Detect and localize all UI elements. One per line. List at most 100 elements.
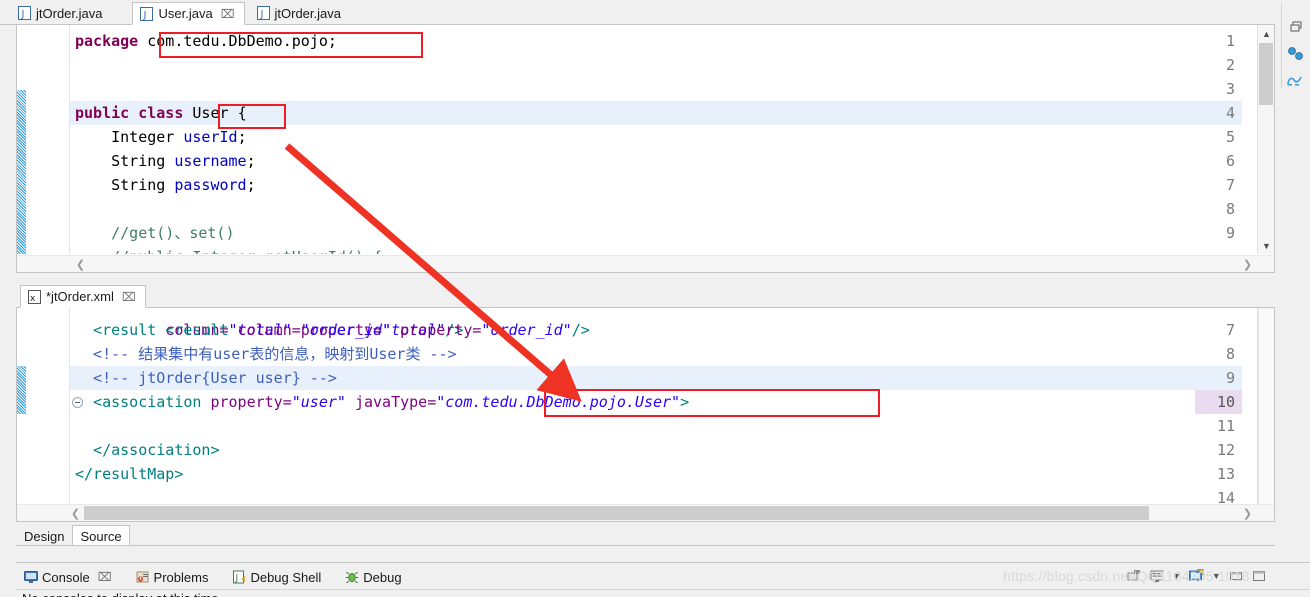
code-line: //get()、set() — [75, 221, 235, 245]
java-file-icon: J — [18, 6, 31, 20]
svg-text:J: J — [235, 574, 239, 584]
editor-tab-jtorder-java-2[interactable]: J jtOrder.java — [248, 1, 351, 24]
editor-tab-label: jtOrder.java — [274, 5, 341, 21]
scroll-left-icon[interactable]: ❮ — [67, 505, 84, 521]
code-token: property= — [201, 393, 292, 411]
code-token: javaType= — [345, 393, 437, 411]
code-token: <association — [93, 393, 202, 411]
scroll-right-icon[interactable]: ❯ — [1239, 256, 1256, 272]
svg-text:J: J — [259, 9, 263, 20]
tab-design[interactable]: Design — [16, 525, 73, 546]
line-number: 12 — [1216, 441, 1235, 459]
java-file-icon: J — [256, 6, 270, 20]
scroll-left-icon[interactable]: ❮ — [72, 256, 89, 272]
bottom-view-tab-bar: Console ⌧ Problems J Debug Shell Debug — [20, 565, 412, 589]
editor-tab-jtorder-java-1[interactable]: J jtOrder.java — [10, 1, 113, 24]
view-tab-debug[interactable]: Debug — [341, 566, 411, 588]
line-number: 13 — [1216, 465, 1235, 483]
code-line: Integer userId; — [75, 125, 247, 149]
restore-icon[interactable] — [1288, 19, 1304, 35]
console-tab-underline — [16, 589, 1310, 590]
java-scroll-thumb[interactable] — [1259, 43, 1273, 105]
view-tab-problems[interactable]: Problems — [132, 566, 219, 588]
code-line: public class User { — [75, 101, 247, 125]
line-number: 8 — [1225, 345, 1235, 363]
maximize-icon[interactable] — [1251, 568, 1267, 584]
close-icon[interactable]: ⌧ — [98, 571, 112, 583]
code-line: String username; — [75, 149, 256, 173]
code-token: "user" — [291, 393, 346, 411]
code-token: ; — [246, 152, 256, 170]
tab-source[interactable]: Source — [72, 525, 130, 546]
xml-editor[interactable]: 7 <result column="total" property="total… — [16, 308, 1275, 522]
view-tab-label: Problems — [153, 569, 209, 585]
code-token: String — [75, 152, 175, 170]
code-token: //get()、set() — [75, 224, 235, 242]
code-line: </association> — [75, 438, 219, 462]
editor-tab-user-java[interactable]: J User.java ⌧ — [132, 2, 245, 25]
code-token: ; — [237, 128, 247, 146]
editor-tab-label: User.java — [158, 6, 213, 21]
code-token: com.tedu.DbDemo.pojo; — [147, 32, 337, 50]
java-horizontal-scrollbar[interactable]: ❮ ❯ — [17, 255, 1274, 272]
design-source-tab-bar: Design Source — [16, 523, 1275, 546]
line-number: 9 — [1225, 224, 1235, 242]
code-token: { — [237, 104, 247, 122]
xml-horizontal-scrollbar[interactable]: ❮ ❯ — [17, 504, 1274, 521]
view-tab-label: Debug Shell — [250, 569, 322, 585]
line-number: 10 — [1195, 390, 1242, 414]
line-number: 7 — [1225, 321, 1235, 339]
close-icon[interactable]: ⌧ — [221, 8, 235, 20]
java-editor[interactable]: 1 package com.tedu.DbDemo.pojo; 2 3 4 public … — [16, 25, 1275, 273]
line-number: 14 — [1216, 489, 1235, 504]
view-tab-label: Console — [42, 569, 90, 585]
xml-line-number-gutter — [26, 308, 70, 504]
xml-clipped-top-line: <result column="order_id" property="orde… — [165, 321, 590, 339]
debug-icon — [345, 570, 359, 584]
line-number: 2 — [1225, 56, 1235, 74]
scroll-up-icon[interactable]: ▲ — [1258, 25, 1274, 42]
tab-design-label: Design — [24, 528, 65, 544]
scroll-down-icon[interactable]: ▼ — [1258, 237, 1274, 254]
close-icon[interactable]: ⌧ — [122, 291, 136, 303]
view-tab-debug-shell[interactable]: J Debug Shell — [228, 566, 331, 588]
code-token: public class — [75, 104, 193, 122]
xml-tab-bar: x *jtOrder.xml ⌧ — [16, 283, 1275, 308]
xml-code-area[interactable]: 7 <result column="total" property="total… — [17, 308, 1242, 504]
code-line: </resultMap> — [75, 462, 183, 486]
editor-tab-label: jtOrder.java — [36, 5, 103, 21]
code-token: <!-- jtOrder{User user} --> — [75, 369, 337, 387]
line-number: 7 — [1225, 176, 1235, 194]
java-change-bar — [17, 90, 26, 254]
clipped-code-line: //public Integer getUserId() { — [75, 245, 382, 254]
svg-text:J: J — [143, 10, 147, 21]
code-token: > — [680, 393, 690, 411]
right-side-rail — [1281, 3, 1310, 89]
xml-change-bar — [17, 366, 26, 414]
console-status-text: No consoles to display at this time. — [22, 591, 442, 597]
line-number: 4 — [1225, 104, 1235, 122]
code-token: password — [174, 176, 247, 194]
editor-tab-jtorder-xml[interactable]: x *jtOrder.xml ⌧ — [20, 285, 146, 308]
code-line: package com.tedu.DbDemo.pojo; — [75, 29, 337, 53]
java-code-area[interactable]: 1 package com.tedu.DbDemo.pojo; 2 3 4 public … — [17, 25, 1242, 254]
xml-hscroll-thumb[interactable] — [84, 506, 1149, 520]
view-tab-console[interactable]: Console ⌧ — [20, 566, 122, 588]
code-line: <!-- jtOrder{User user} --> — [75, 366, 337, 390]
debug-shell-icon: J — [232, 570, 246, 584]
java-vertical-scrollbar[interactable]: ▲ ▼ — [1257, 25, 1274, 254]
code-token: ; — [246, 176, 256, 194]
variables-icon[interactable] — [1286, 73, 1306, 89]
xml-overview-ruler[interactable] — [1258, 309, 1274, 504]
xml-file-icon: x — [28, 289, 41, 304]
scroll-right-icon[interactable]: ❯ — [1239, 505, 1256, 521]
line-number: 6 — [1225, 152, 1235, 170]
code-token: userId — [183, 128, 238, 146]
editor-tab-label: *jtOrder.xml — [46, 289, 114, 304]
code-token: username — [174, 152, 247, 170]
outline-icon[interactable] — [1287, 46, 1305, 62]
java-file-icon: J — [140, 6, 154, 21]
line-number: 3 — [1225, 80, 1235, 98]
code-line: <association property="user" javaType="c… — [75, 390, 689, 414]
